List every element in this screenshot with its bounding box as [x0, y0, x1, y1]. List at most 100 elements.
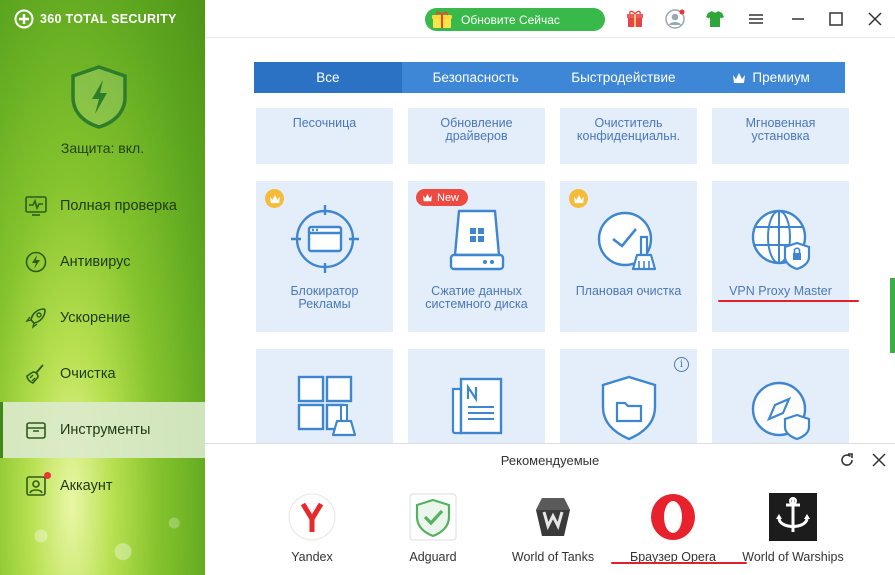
tool-label: Очиститель конфиденциальн. — [576, 116, 681, 143]
bolt-circle-icon — [25, 251, 47, 273]
sidebar-item-account[interactable]: Аккаунт — [0, 458, 205, 514]
app-name: World of Tanks — [511, 550, 595, 564]
tool-shield-folder[interactable]: i — [560, 349, 697, 443]
sidebar-item-tools[interactable]: Инструменты — [0, 402, 205, 458]
skin-button[interactable] — [704, 8, 726, 30]
tool-window-cleanup[interactable] — [256, 349, 393, 443]
world-of-tanks-icon — [536, 498, 570, 536]
app-adguard[interactable]: Adguard — [378, 492, 488, 564]
brand: 360 TOTAL SECURITY — [14, 9, 177, 29]
sidebar-item-label: Очистка — [60, 366, 116, 382]
app-world-of-warships[interactable]: World of Warships — [738, 492, 848, 564]
badge-text: New — [437, 191, 460, 204]
minimize-button[interactable] — [787, 8, 809, 30]
sidebar-item-speedup[interactable]: Ускорение — [0, 290, 205, 346]
toolbox-icon — [26, 422, 46, 439]
tab-premium[interactable]: Премиум — [697, 62, 845, 93]
maximize-button[interactable] — [825, 8, 847, 30]
app-name: Yandex — [291, 550, 333, 564]
avatar-icon — [665, 9, 685, 29]
crown-icon — [573, 194, 584, 203]
user-avatar-button[interactable] — [664, 8, 686, 30]
sidebar-item-antivirus[interactable]: Антивирус — [0, 234, 205, 290]
update-now-button[interactable]: Обновите Сейчас — [425, 8, 605, 31]
tool-browser-protection[interactable] — [712, 349, 849, 443]
compass-shield-icon — [751, 381, 811, 441]
sidebar-item-cleanup[interactable]: Очистка — [0, 346, 205, 402]
monitor-pulse-icon — [25, 196, 47, 216]
brand-name: 360 TOTAL SECURITY — [40, 12, 177, 26]
tool-vpn-proxy-master[interactable]: VPN Proxy Master — [712, 181, 849, 332]
crown-icon — [733, 72, 746, 83]
sidebar-item-label: Инструменты — [60, 422, 151, 438]
tool-driver-update[interactable]: Обновление драйверов — [408, 108, 545, 164]
tab-all[interactable]: Все — [254, 62, 402, 93]
tool-label: Плановая очистка — [575, 284, 682, 298]
gift-box-button[interactable] — [624, 8, 646, 30]
app-name: World of Warships — [742, 550, 844, 564]
tab-performance[interactable]: Быстродействие — [550, 62, 698, 93]
yandex-icon — [288, 493, 336, 541]
tool-ad-blocker[interactable]: Блокиратор Рекламы — [256, 181, 393, 332]
crown-icon — [269, 194, 280, 203]
rocket-icon — [25, 308, 46, 329]
disk-compress-icon — [449, 209, 505, 271]
close-button[interactable] — [864, 8, 886, 30]
tab-label: Все — [316, 70, 340, 85]
tool-privacy-cleaner[interactable]: Очиститель конфиденциальн. — [560, 108, 697, 164]
tab-label: Быстродействие — [571, 70, 676, 85]
app-opera-browser[interactable]: Браузер Opera — [618, 492, 728, 564]
minimize-icon — [792, 18, 804, 20]
sidebar-item-full-scan[interactable]: Полная проверка — [0, 178, 205, 234]
shield-folder-icon — [601, 375, 657, 441]
premium-badge — [265, 189, 284, 208]
clock-broom-icon — [597, 211, 657, 271]
sidebar-item-label: Полная проверка — [60, 198, 177, 214]
info-badge[interactable]: i — [674, 357, 689, 372]
tab-security[interactable]: Безопасность — [402, 62, 550, 93]
scrollbar[interactable] — [890, 278, 895, 353]
window-broom-icon — [297, 375, 357, 437]
tools-panel: Все Безопасность Быстродействие Премиум … — [205, 38, 895, 443]
gift-box-icon — [627, 10, 643, 27]
refresh-icon[interactable] — [838, 451, 856, 469]
tool-instant-install[interactable]: Мгновенная установка — [712, 108, 849, 164]
close-icon[interactable] — [870, 451, 888, 469]
protection-shield-icon — [71, 65, 127, 129]
globe-shield-icon — [751, 209, 811, 271]
account-notification-dot — [44, 472, 51, 479]
tool-label: Блокиратор Рекламы — [290, 284, 359, 311]
tool-sandbox[interactable]: Песочница — [256, 108, 393, 164]
title-bar: Обновите Сейчас — [205, 0, 895, 38]
premium-badge — [569, 189, 588, 208]
category-tabs: Все Безопасность Быстродействие Премиум — [254, 62, 845, 93]
crown-icon — [423, 193, 432, 202]
tool-scheduled-cleanup[interactable]: Плановая очистка — [560, 181, 697, 332]
news-icon — [451, 377, 503, 435]
recommended-title: Рекомендуемые — [500, 453, 600, 468]
sidebar-nav: Полная проверка Антивирус Ускорение Очис… — [0, 178, 205, 514]
maximize-icon — [829, 12, 843, 26]
tool-news[interactable] — [408, 349, 545, 443]
menu-button[interactable] — [745, 8, 767, 30]
tool-label: Сжатие данных системного диска — [425, 284, 528, 311]
world-of-warships-icon — [769, 493, 817, 541]
app-yandex[interactable]: Yandex — [257, 492, 367, 564]
gift-icon — [432, 11, 452, 28]
annotation-underline-opera — [611, 562, 747, 564]
hamburger-icon — [749, 14, 763, 24]
sidebar-item-label: Ускорение — [60, 310, 131, 326]
sidebar-item-label: Антивирус — [60, 254, 131, 270]
tool-label: Мгновенная установка — [745, 116, 816, 143]
brand-logo-icon — [14, 9, 34, 29]
broom-icon — [26, 364, 44, 384]
tool-disk-compression[interactable]: New Сжатие данных системного диска — [408, 181, 545, 332]
tool-label: Песочница — [292, 116, 357, 130]
app-world-of-tanks[interactable]: World of Tanks — [498, 492, 608, 564]
update-now-label: Обновите Сейчас — [461, 12, 560, 27]
annotation-underline-vpn — [718, 300, 859, 302]
app-name: Adguard — [409, 550, 457, 564]
sidebar-item-label: Аккаунт — [60, 478, 113, 494]
close-icon — [868, 12, 882, 26]
opera-icon — [651, 494, 695, 540]
